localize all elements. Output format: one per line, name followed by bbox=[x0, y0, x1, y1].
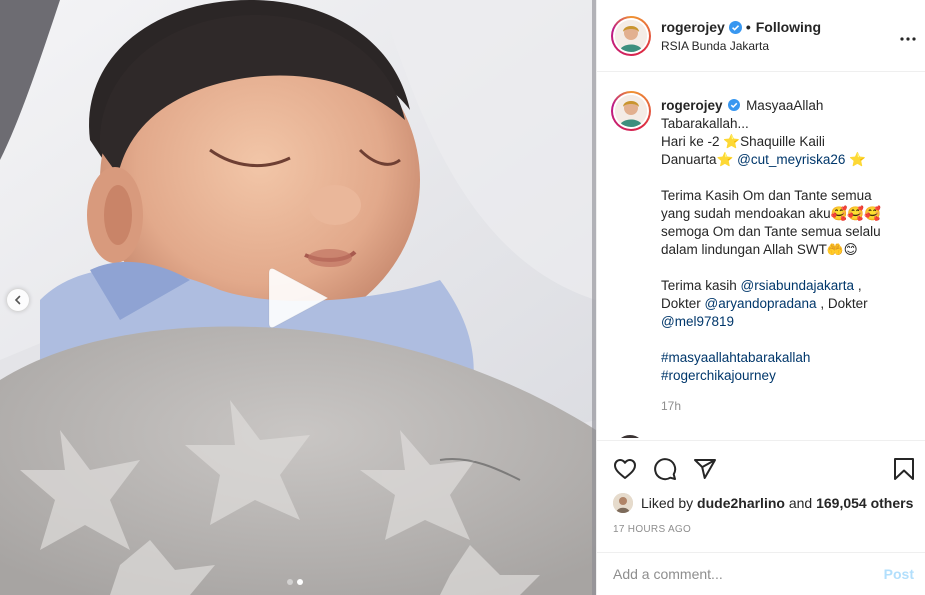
verified-badge-icon bbox=[728, 99, 741, 111]
following-button[interactable]: Following bbox=[756, 19, 821, 35]
caption-text: , Dokter bbox=[816, 296, 868, 311]
comment-input[interactable] bbox=[613, 566, 853, 582]
liked-by-user[interactable]: dude2harlino bbox=[697, 495, 785, 511]
likes-summary: Liked by dude2harlino and 169,054 others bbox=[613, 493, 913, 513]
hashtag-link[interactable]: #rogerchikajourney bbox=[661, 367, 911, 385]
caption-text: Danuarta⭐ bbox=[661, 152, 738, 167]
comment-icon bbox=[654, 458, 677, 481]
likes-count[interactable]: 169,054 others bbox=[816, 495, 913, 511]
header-user-line: rogerojey • Following bbox=[661, 19, 821, 35]
follow-separator: • bbox=[745, 19, 751, 35]
play-icon bbox=[268, 268, 329, 328]
play-button[interactable] bbox=[266, 265, 332, 331]
next-comment-avatar bbox=[615, 435, 645, 438]
author-avatar[interactable] bbox=[611, 16, 651, 56]
post-header: rogerojey • Following RSIA Bunda Jakarta bbox=[597, 0, 925, 72]
heart-icon bbox=[614, 459, 636, 479]
caption-text: Tabarakallah... bbox=[661, 116, 749, 131]
caption-text: Terima kasih bbox=[661, 278, 741, 293]
mention-link[interactable]: @cut_meyriska26 bbox=[737, 152, 845, 167]
caption-text: , bbox=[854, 278, 862, 293]
caption-time[interactable]: 17h bbox=[661, 399, 681, 413]
caption-username[interactable]: rogerojey bbox=[661, 98, 723, 113]
carousel-indicator bbox=[287, 579, 303, 585]
more-options-icon bbox=[900, 37, 916, 41]
post-side-panel: rogerojey • Following RSIA Bunda Jakarta bbox=[596, 0, 925, 595]
carousel-dot bbox=[287, 579, 293, 585]
avatar-image bbox=[615, 20, 647, 52]
mention-link[interactable]: @rsiabundajakarta bbox=[741, 278, 855, 293]
avatar-image bbox=[615, 95, 647, 127]
mention-link[interactable]: @mel97819 bbox=[661, 313, 911, 331]
hashtag-link[interactable]: #masyaallahtabarakallah bbox=[661, 349, 911, 367]
post-timestamp[interactable]: 17 HOURS AGO bbox=[613, 524, 691, 535]
caption-text: MasyaaAllah bbox=[746, 98, 824, 113]
save-button[interactable] bbox=[893, 457, 915, 486]
author-username[interactable]: rogerojey bbox=[661, 19, 725, 35]
mention-link[interactable]: @aryandopradana bbox=[705, 296, 817, 311]
post-media[interactable] bbox=[0, 0, 596, 595]
comment-composer: Post bbox=[597, 552, 925, 595]
share-button[interactable] bbox=[693, 457, 717, 486]
liked-by-and: and bbox=[788, 495, 813, 511]
post-comment-button[interactable]: Post bbox=[884, 566, 914, 582]
caption-text: yang sudah mendoakan aku🥰🥰🥰 bbox=[661, 206, 882, 221]
caption-text: semoga Om dan Tante semua selalu bbox=[661, 224, 881, 239]
carousel-prev-button[interactable] bbox=[6, 288, 30, 312]
liked-by-label: Liked by bbox=[641, 495, 694, 511]
caption-text: Terima Kasih Om dan Tante semua bbox=[661, 188, 872, 203]
caption-avatar[interactable] bbox=[611, 91, 651, 131]
caption-text: Hari ke -2 ⭐Shaquille Kaili bbox=[661, 134, 825, 149]
caption-text: Dokter bbox=[661, 296, 705, 311]
like-button[interactable] bbox=[613, 457, 637, 486]
more-options-button[interactable] bbox=[900, 28, 916, 46]
avatar-image bbox=[613, 493, 633, 513]
comment-button[interactable] bbox=[653, 457, 677, 486]
liker-avatar[interactable] bbox=[613, 493, 633, 513]
carousel-dot-active bbox=[297, 579, 303, 585]
caption-text: ⭐ bbox=[845, 152, 866, 167]
comments-scroll-area[interactable]: rogerojey MasyaaAllah Tabarakallah... Ha… bbox=[597, 73, 925, 438]
post-caption: rogerojey MasyaaAllah Tabarakallah... Ha… bbox=[661, 97, 911, 403]
bookmark-icon bbox=[894, 458, 914, 480]
verified-badge-icon bbox=[728, 20, 742, 34]
caption-text: dalam lindungan Allah SWT🤲😊 bbox=[661, 242, 858, 257]
share-icon bbox=[694, 459, 716, 479]
chevron-left-icon bbox=[14, 295, 21, 305]
post-location[interactable]: RSIA Bunda Jakarta bbox=[661, 39, 769, 53]
